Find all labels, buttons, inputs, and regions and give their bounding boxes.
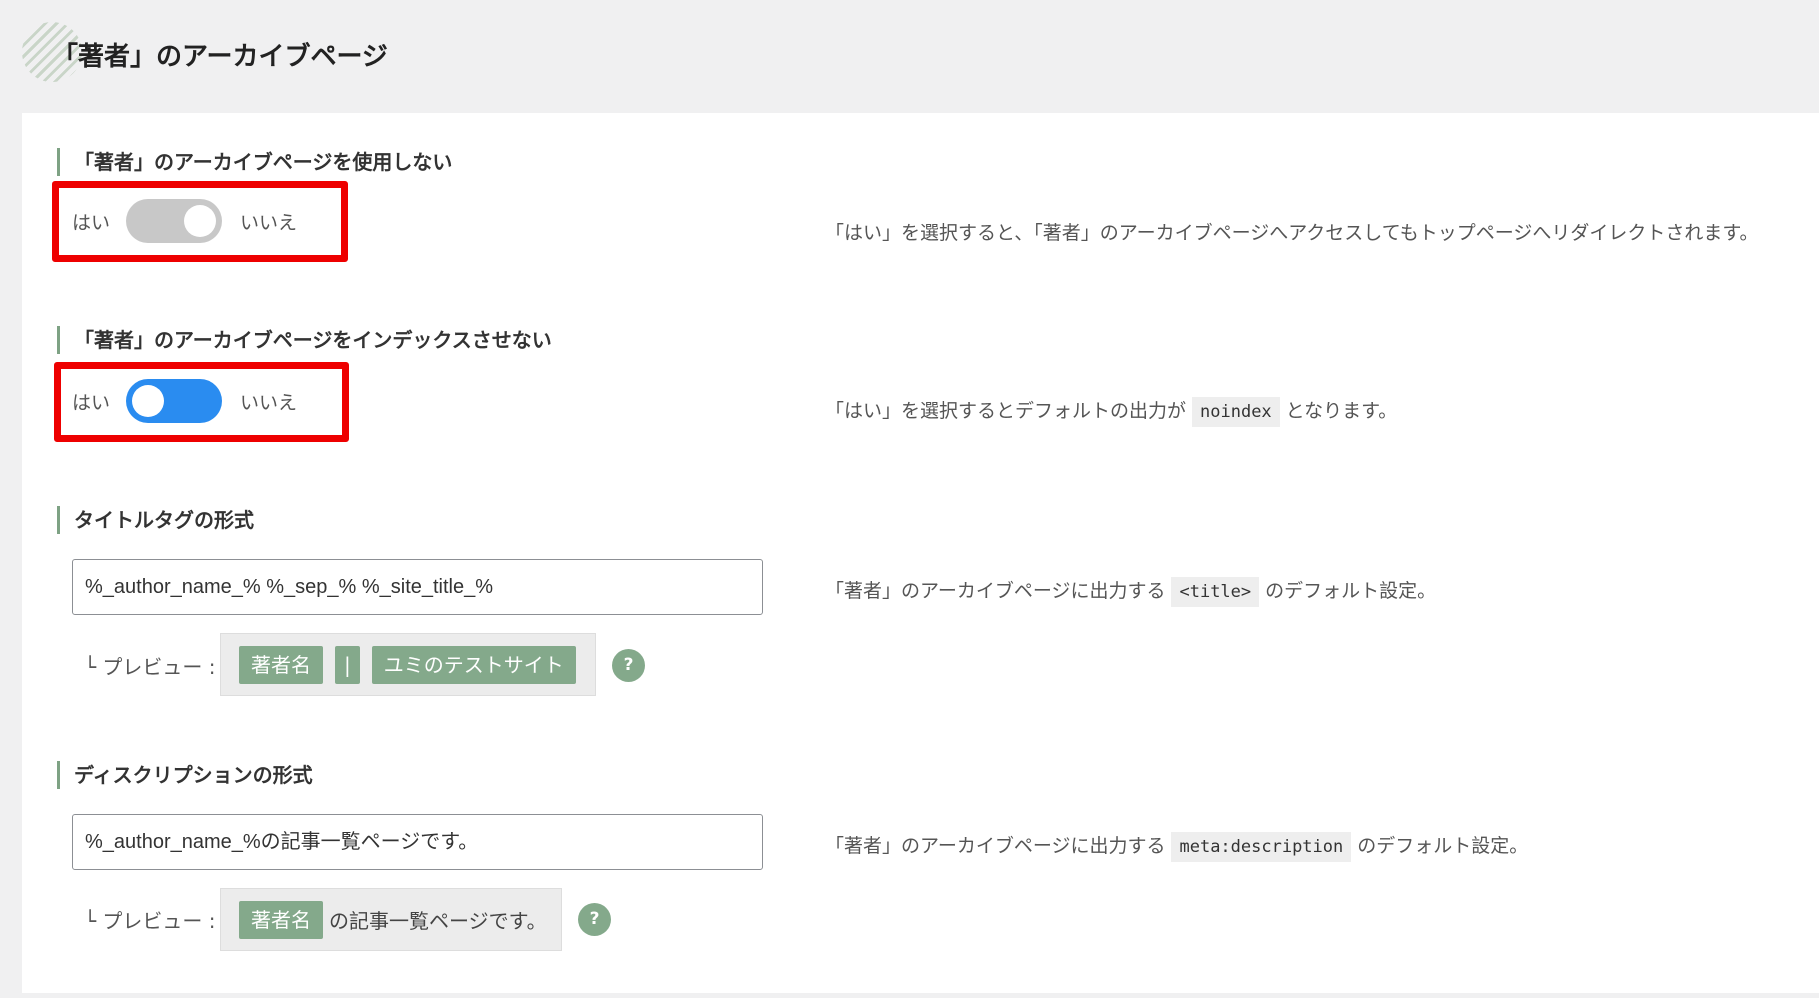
noindex-archive-toggle-row: はい いいえ — [72, 377, 297, 425]
toggle-no-label: いいえ — [240, 391, 298, 414]
section-label-noindex-archive: 「著者」のアーカイブページをインデックスさせない — [57, 326, 552, 354]
preview-tag-site-title: ユミのテストサイト — [371, 645, 576, 684]
title-preview-box: 著者名 | ユミのテストサイト — [220, 633, 596, 696]
description-text: 「著者」のアーカイブページに出力する — [825, 835, 1166, 857]
toggle-knob — [184, 205, 217, 237]
toggle-yes-label: はい — [72, 211, 111, 234]
description-preview-label: └ プレビュー : — [84, 909, 216, 933]
settings-panel: 「著者」のアーカイブページを使用しない はい いいえ 「はい」を選択すると、「著… — [22, 113, 1819, 993]
preview-tag-author: 著者名 — [239, 900, 323, 939]
preview-tag-author: 著者名 — [239, 645, 323, 684]
disable-archive-toggle-row: はい いいえ — [72, 197, 297, 245]
title-preview-label: └ プレビュー : — [84, 655, 216, 679]
page-title: 「著者」のアーカイブページ — [52, 42, 388, 72]
section-label-description-format: ディスクリプションの形式 — [57, 761, 313, 789]
code-snippet: meta:description — [1171, 832, 1352, 862]
title-format-description: 「著者」のアーカイブページに出力する <title> のデフォルト設定。 — [825, 575, 1436, 607]
description-text: となります。 — [1285, 400, 1398, 422]
noindex-archive-toggle[interactable] — [126, 379, 223, 423]
description-format-input[interactable]: %_author_name_%の記事一覧ページです。 — [72, 814, 763, 870]
section-label-title-format: タイトルタグの形式 — [57, 506, 254, 534]
preview-text: の記事一覧ページです。 — [329, 909, 547, 933]
preview-tag-separator: | — [335, 645, 360, 684]
code-snippet: noindex — [1192, 397, 1280, 427]
help-icon[interactable]: ? — [612, 649, 645, 682]
description-text: のデフォルト設定。 — [1265, 580, 1437, 602]
toggle-no-label: いいえ — [240, 211, 298, 234]
description-format-description: 「著者」のアーカイブページに出力する meta:description のデフォルト… — [825, 830, 1528, 862]
toggle-knob — [132, 385, 165, 417]
description-text: 「はい」を選択するとデフォルトの出力が — [825, 400, 1187, 422]
section-label-disable-archive: 「著者」のアーカイブページを使用しない — [57, 148, 452, 176]
description-text: のデフォルト設定。 — [1357, 835, 1529, 857]
description-text: 「著者」のアーカイブページに出力する — [825, 580, 1166, 602]
title-format-input[interactable]: %_author_name_% %_sep_% %_site_title_% — [72, 559, 763, 615]
noindex-archive-description: 「はい」を選択するとデフォルトの出力が noindex となります。 — [825, 395, 1397, 427]
code-snippet: <title> — [1171, 577, 1260, 607]
page-header: 「著者」のアーカイブページ — [22, 22, 722, 86]
disable-archive-toggle[interactable] — [126, 199, 223, 243]
help-icon[interactable]: ? — [578, 903, 611, 936]
toggle-yes-label: はい — [72, 391, 111, 414]
disable-archive-description: 「はい」を選択すると、「著者」のアーカイブページへアクセスしてもトップページへリ… — [825, 222, 1759, 244]
description-preview-box: 著者名 の記事一覧ページです。 — [220, 888, 562, 951]
